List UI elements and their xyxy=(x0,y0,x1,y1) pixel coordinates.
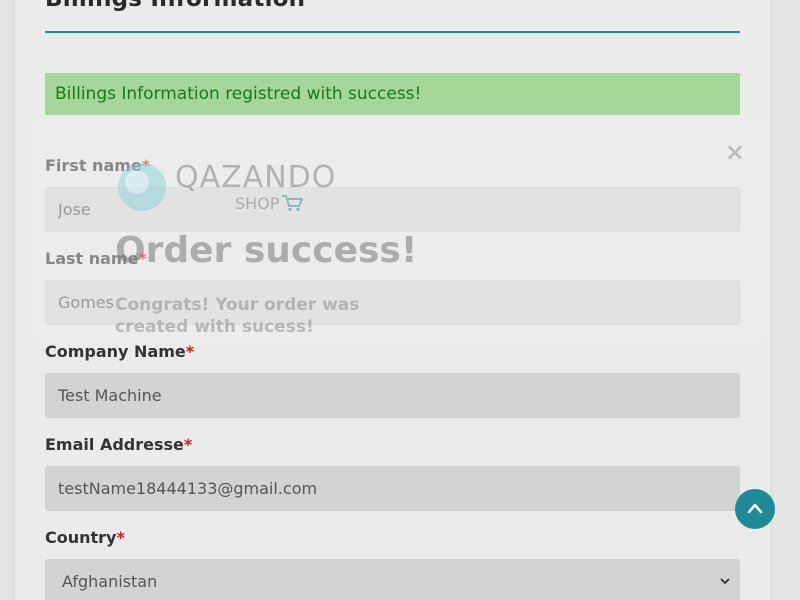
country-selected-value: Afghanistan xyxy=(62,572,158,591)
company-name-label: Company Name* xyxy=(45,342,194,361)
email-input[interactable] xyxy=(45,466,740,511)
required-marker: * xyxy=(185,342,195,361)
logo-wordmark: QAZANDO xyxy=(175,160,337,195)
email-label-text: Email Addresse xyxy=(45,435,184,454)
scroll-to-top-button[interactable] xyxy=(735,489,775,529)
required-marker: * xyxy=(116,528,125,547)
cart-icon xyxy=(282,195,303,212)
modal-title: Order success! xyxy=(115,230,418,271)
country-label-text: Country xyxy=(45,528,117,547)
page: Billings Information Billings Informatio… xyxy=(0,0,800,600)
modal-message: Congrats! Your order was created with su… xyxy=(115,295,360,337)
country-label: Country* xyxy=(45,528,125,547)
required-marker: * xyxy=(183,435,193,454)
order-success-modal: × QAZANDO SHOP Order success! Congrats! … xyxy=(35,124,765,338)
chevron-up-icon xyxy=(747,503,763,514)
qazando-logo: QAZANDO SHOP xyxy=(115,160,335,220)
logo-orb-icon xyxy=(118,163,166,211)
company-name-input[interactable] xyxy=(45,373,740,418)
close-icon[interactable]: × xyxy=(725,138,745,166)
heading-divider xyxy=(45,31,740,33)
success-alert: Billings Information registred with succ… xyxy=(45,73,740,115)
logo-shop-label: SHOP xyxy=(235,194,280,213)
country-select[interactable]: Afghanistan xyxy=(45,559,740,600)
email-label: Email Addresse* xyxy=(45,435,192,454)
company-name-label-text: Company Name xyxy=(45,342,186,361)
billing-heading: Billings Information xyxy=(45,0,305,12)
chevron-down-icon xyxy=(720,578,730,585)
